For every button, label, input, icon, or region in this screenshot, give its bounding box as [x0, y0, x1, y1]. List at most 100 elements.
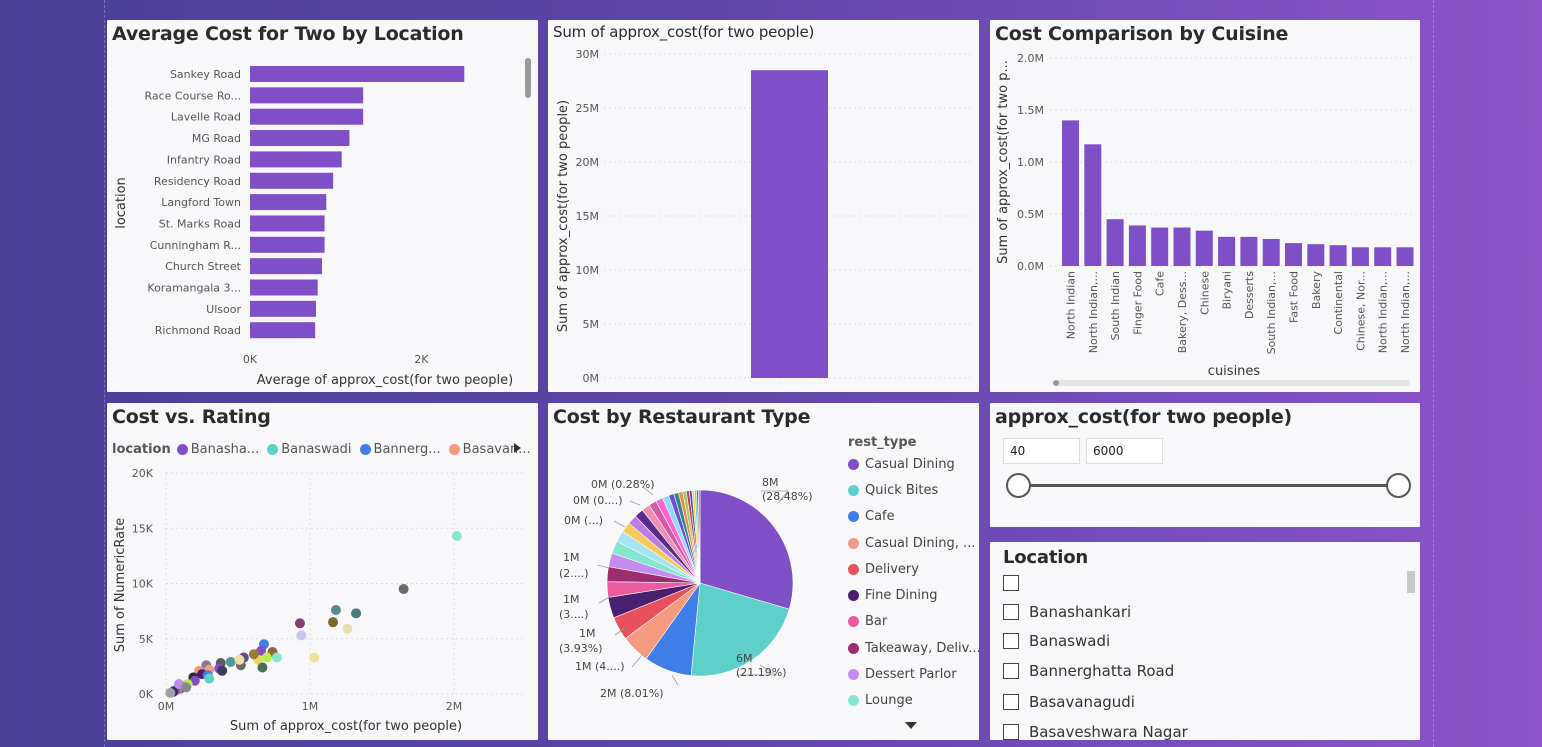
x-tick-label: North Indian,...	[1399, 271, 1412, 353]
x-tick-label: Fast Food	[1288, 271, 1301, 323]
pie-data-label: 6M	[736, 652, 753, 665]
y-axis-title: Sum of approx_cost(for two people)	[556, 100, 571, 332]
location-bar	[250, 300, 316, 317]
location-item-bannerghatta-road[interactable]: Bannerghatta Road	[1003, 662, 1174, 680]
pie-data-label: 1M (4....)	[575, 660, 625, 673]
sum-bar-chart[interactable]: 0M5M10M15M20M25M30MSum of approx_cost(fo…	[548, 20, 979, 392]
x-tick-label: Biryani	[1221, 271, 1234, 309]
cuisine-bar	[1329, 245, 1347, 266]
cost-slider-panel[interactable]: approx_cost(for two people) 40 6000	[990, 403, 1420, 527]
canvas-guide-right	[1433, 0, 1434, 747]
cuisine-bar-panel[interactable]: Cost Comparison by Cuisine 0.0M 0.5M 1.0M 1…	[990, 20, 1420, 392]
legend-dot	[848, 511, 859, 522]
location-bar	[250, 66, 465, 82]
scatter-chart[interactable]: 0K 5K 10K 15K 20K 0M 1M 2M Sum of approx_cost(fo…	[107, 403, 538, 740]
location-bar	[250, 215, 325, 232]
y-tick-label: 5K	[139, 633, 154, 646]
bar-category-label: Ulsoor	[206, 303, 241, 316]
legend-dot	[848, 564, 859, 575]
location-bar-chart[interactable]: Sankey Road Race Course Ro... Lavelle Road…	[107, 20, 538, 392]
x-tick-label: Desserts	[1243, 271, 1256, 319]
pie-leader-line	[613, 520, 626, 528]
location-bar	[250, 258, 322, 275]
y-tick-label: 0K	[139, 688, 154, 701]
location-item-blank[interactable]	[1003, 575, 1029, 591]
x-tick-label: 1M	[302, 700, 319, 713]
y-tick-label: 20M	[576, 156, 600, 169]
pie-legend-title: rest_type	[848, 435, 917, 450]
location-slicer-panel[interactable]: Location Banashankari Banaswadi Bannergh…	[990, 542, 1420, 740]
y-tick-label: 0.5M	[1017, 208, 1044, 221]
cuisine-bar	[1218, 236, 1236, 266]
checkbox[interactable]	[1003, 604, 1019, 620]
x-tick-label: Chinese, Nor...	[1354, 271, 1367, 351]
x-axis-title: Average of approx_cost(for two people)	[257, 373, 513, 388]
bar-category-label: Infantry Road	[167, 153, 241, 166]
location-bar-panel[interactable]: Average Cost for Two by Location Sankey …	[107, 20, 538, 392]
pie-data-label: (2....)	[559, 567, 589, 580]
pie-legend-item-lounge[interactable]: Lounge	[848, 693, 913, 708]
y-tick-label: 0M	[583, 372, 600, 385]
x-tick-label: Continental	[1332, 271, 1345, 335]
slider-title: approx_cost(for two people)	[995, 406, 1293, 428]
location-scrollbar[interactable]	[1407, 571, 1415, 593]
location-item-basavanagudi[interactable]: Basavanagudi	[1003, 693, 1135, 711]
pie-data-label: (21.19%)	[736, 666, 787, 679]
pie-legend-item-quick-bites[interactable]: Quick Bites	[848, 483, 938, 498]
checkbox[interactable]	[1003, 694, 1019, 710]
pie-legend-item-takeaway[interactable]: Takeaway, Deliv...	[848, 641, 981, 656]
pie-legend-item-cafe[interactable]: Cafe	[848, 509, 895, 524]
slider-max-input[interactable]: 6000	[1086, 438, 1163, 464]
x-tick-label: North Indian	[1065, 271, 1078, 339]
pie-panel[interactable]: Cost by Restaurant Type 8M (28.48%) 6M (21.…	[548, 403, 981, 740]
slider-min-input[interactable]: 40	[1003, 438, 1080, 464]
location-bar	[250, 130, 350, 147]
pie-legend-item-casual-dining-2[interactable]: Casual Dining, ...	[848, 536, 975, 551]
x-tick-label: North Indian,...	[1377, 271, 1390, 353]
pie-legend-item-fine-dining[interactable]: Fine Dining	[848, 588, 937, 603]
scatter-panel[interactable]: Cost vs. Rating location Banasha... Bana…	[107, 403, 538, 740]
bar-category-label: Race Course Ro...	[144, 89, 241, 102]
x-tick-label: Cafe	[1154, 271, 1167, 296]
scatter-point	[296, 630, 307, 641]
scatter-point	[328, 617, 339, 628]
bar-category-label: Koramangala 3...	[147, 282, 241, 295]
cuisine-bar-chart[interactable]: 0.0M 0.5M 1.0M 1.5M 2.0M North Indian North In…	[990, 20, 1420, 392]
location-item-basaveshwara-nagar[interactable]: Basaveshwara Nagar	[1003, 723, 1188, 740]
checkbox[interactable]	[1003, 575, 1019, 591]
pie-data-label: 0M (...)	[564, 514, 603, 527]
location-item-banashankari[interactable]: Banashankari	[1003, 603, 1131, 621]
pie-legend-item-bar[interactable]: Bar	[848, 614, 887, 629]
bar-category-label: Langford Town	[161, 196, 241, 209]
checkbox[interactable]	[1003, 633, 1019, 649]
scatter-point	[451, 530, 462, 541]
slider-max-handle[interactable]	[1386, 473, 1411, 498]
location-item-banaswadi[interactable]: Banaswadi	[1003, 632, 1110, 650]
cuisine-bar	[1285, 243, 1302, 266]
scatter-point	[204, 673, 215, 684]
pie-data-label: (3.93%)	[559, 642, 603, 655]
legend-dot	[848, 643, 859, 654]
pie-data-label: 0M (0....)	[573, 494, 623, 507]
slider-min-handle[interactable]	[1006, 473, 1031, 498]
x-tick-label: 0M	[158, 700, 175, 713]
legend-scroll-down-icon[interactable]	[905, 722, 917, 729]
x-tick-label: 2M	[446, 700, 463, 713]
pie-data-label: 1M	[563, 551, 580, 564]
scatter-point	[309, 652, 320, 663]
y-tick-label: 20K	[132, 467, 154, 480]
y-tick-label: 0.0M	[1017, 260, 1044, 273]
x-tick-label: South Indian	[1109, 271, 1122, 340]
bar-category-label: Richmond Road	[155, 324, 241, 337]
checkbox[interactable]	[1003, 663, 1019, 679]
pie-legend-item-casual-dining[interactable]: Casual Dining	[848, 457, 955, 472]
x-tick-label: Bakery, Dess...	[1176, 271, 1189, 353]
x-axis-title: Sum of approx_cost(for two people)	[230, 719, 462, 734]
checkbox[interactable]	[1003, 724, 1019, 740]
slider-track[interactable]	[1018, 484, 1398, 487]
y-tick-label: 25M	[576, 102, 600, 115]
pie-legend-item-dessert-parlor[interactable]: Dessert Parlor	[848, 667, 957, 682]
legend-dot	[848, 538, 859, 549]
sum-bar-panel[interactable]: Sum of approx_cost(for two people) 0M 5M 1…	[548, 20, 979, 392]
pie-legend-item-delivery[interactable]: Delivery	[848, 562, 919, 577]
